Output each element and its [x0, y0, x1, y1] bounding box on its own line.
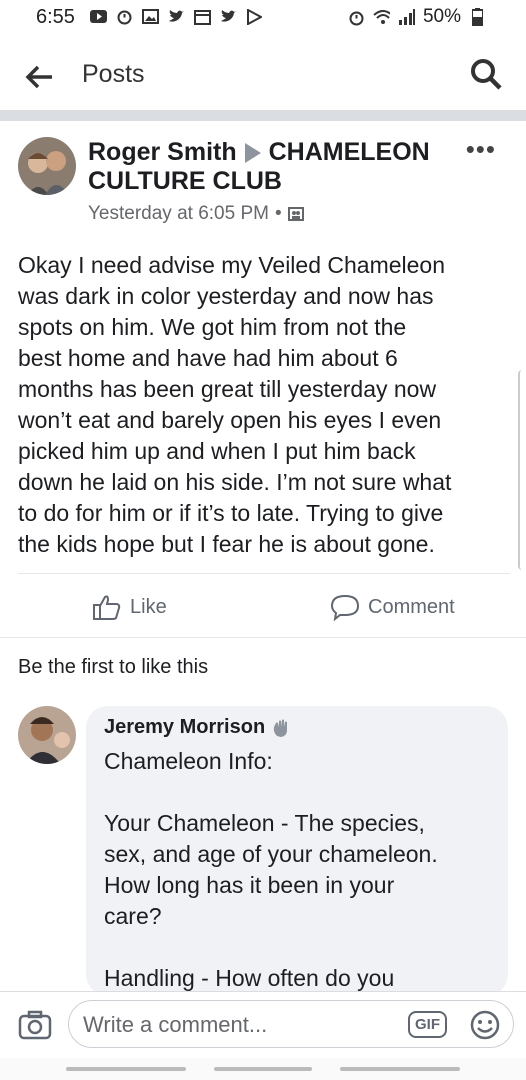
- post-text-line: to do for him or if it’s to late. Trying…: [18, 500, 444, 526]
- post-text-line: the kids hope but I fear he is about gon…: [18, 531, 435, 557]
- signal-icon: [398, 9, 415, 26]
- comment-input[interactable]: Write a comment... GIF: [68, 1000, 514, 1048]
- nav-handle: [66, 1067, 186, 1071]
- comment-text-line: sex, and age of your chameleon.: [104, 841, 438, 867]
- notification-icons: [90, 8, 263, 25]
- comment-text-line: Chameleon Info:: [104, 748, 273, 774]
- status-time: 6:55: [36, 6, 75, 28]
- comment-text-line: [104, 932, 494, 963]
- divider: [18, 573, 510, 574]
- calendar-icon: [194, 8, 211, 25]
- dot-separator: •: [274, 203, 282, 224]
- nav-handle: [340, 1067, 460, 1071]
- gif-button[interactable]: GIF: [408, 1011, 447, 1038]
- post-text-line: picked him up and when I put him back: [18, 438, 416, 464]
- comment-composer: Write a comment... GIF: [0, 991, 526, 1058]
- post-text: Okay I need advise my Veiled Chameleon w…: [18, 250, 510, 560]
- youtube-icon: [90, 8, 107, 25]
- nav-handle: [214, 1067, 312, 1071]
- avatar-photo: [18, 706, 76, 764]
- battery-percent: 50%: [422, 6, 461, 27]
- post-text-line: spots on him. We got him from not the: [18, 314, 407, 340]
- arrow-right-icon: [244, 143, 261, 164]
- divider: [0, 637, 526, 638]
- commenter-avatar[interactable]: [18, 706, 76, 764]
- comment-text-line: Handling - How often do you: [104, 965, 395, 991]
- comment-author-row: Jeremy Morrison: [104, 716, 291, 739]
- avatar-photo: [18, 137, 76, 195]
- post-text-line: won’t eat and barely open his eyes I eve…: [18, 407, 442, 433]
- gallery-icon: [142, 8, 159, 25]
- comment-label: Comment: [368, 595, 455, 618]
- post-meta: Yesterday at 6:05 PM •: [88, 203, 304, 225]
- like-button[interactable]: Like: [92, 593, 167, 621]
- post-author-line: Roger Smith CHAMELEON CULTURE CLUB: [88, 138, 468, 196]
- author-avatar[interactable]: [18, 137, 76, 195]
- battery-icon: [469, 8, 486, 26]
- post-text-line: best home and have had him about 6: [18, 345, 398, 371]
- comment-text: Chameleon Info: Your Chameleon - The spe…: [104, 746, 494, 994]
- post-text-line: was dark in color yesterday and now has: [18, 283, 434, 309]
- comment-bubble-icon: [330, 594, 360, 621]
- waving-hand-icon: [273, 719, 288, 737]
- post-author-name[interactable]: Roger Smith: [88, 138, 237, 166]
- page-title: Posts: [82, 60, 145, 88]
- twitter-icon: [168, 8, 185, 25]
- comment-text-line: How long has it been in your: [104, 872, 395, 898]
- search-icon[interactable]: [468, 56, 504, 92]
- play-store-icon: [246, 8, 263, 25]
- system-nav-bar: [0, 1058, 526, 1080]
- scroll-indicator: [518, 370, 526, 570]
- comment-text-line: [104, 777, 494, 808]
- post-actions: Like Comment: [0, 585, 526, 629]
- emoji-icon[interactable]: [469, 1009, 501, 1041]
- back-arrow-icon[interactable]: [22, 60, 56, 94]
- comment-button[interactable]: Comment: [330, 593, 455, 621]
- alarm-icon: [116, 8, 133, 25]
- post-text-line: down he laid on his side. I’m not sure w…: [18, 469, 452, 495]
- comment-text-line: care?: [104, 903, 162, 929]
- comment-author-name[interactable]: Jeremy Morrison: [104, 716, 265, 739]
- status-bar: 6:55 50%: [0, 0, 526, 36]
- reactions-summary[interactable]: Be the first to like this: [18, 656, 208, 679]
- app-header: Posts: [0, 40, 526, 111]
- post-timestamp[interactable]: Yesterday at 6:05 PM: [88, 203, 269, 225]
- comment-placeholder: Write a comment...: [83, 1012, 268, 1037]
- group-privacy-icon: [287, 207, 304, 221]
- system-status: 50%: [348, 6, 486, 28]
- thumbs-up-icon: [93, 595, 121, 620]
- camera-icon[interactable]: [18, 1008, 52, 1042]
- comment-bubble: Jeremy Morrison Chameleon Info: Your Cha…: [86, 706, 508, 996]
- twitter-icon: [220, 8, 237, 25]
- post-text-line: Okay I need advise my Veiled Chameleon: [18, 252, 446, 278]
- wifi-icon: [373, 9, 390, 26]
- section-divider: [0, 111, 526, 121]
- post-text-line: months has been great till yesterday now: [18, 376, 437, 402]
- more-options-icon[interactable]: •••: [466, 136, 496, 162]
- like-label: Like: [130, 595, 167, 618]
- alarm-icon: [348, 9, 365, 26]
- comment-text-line: Your Chameleon - The species,: [104, 810, 425, 836]
